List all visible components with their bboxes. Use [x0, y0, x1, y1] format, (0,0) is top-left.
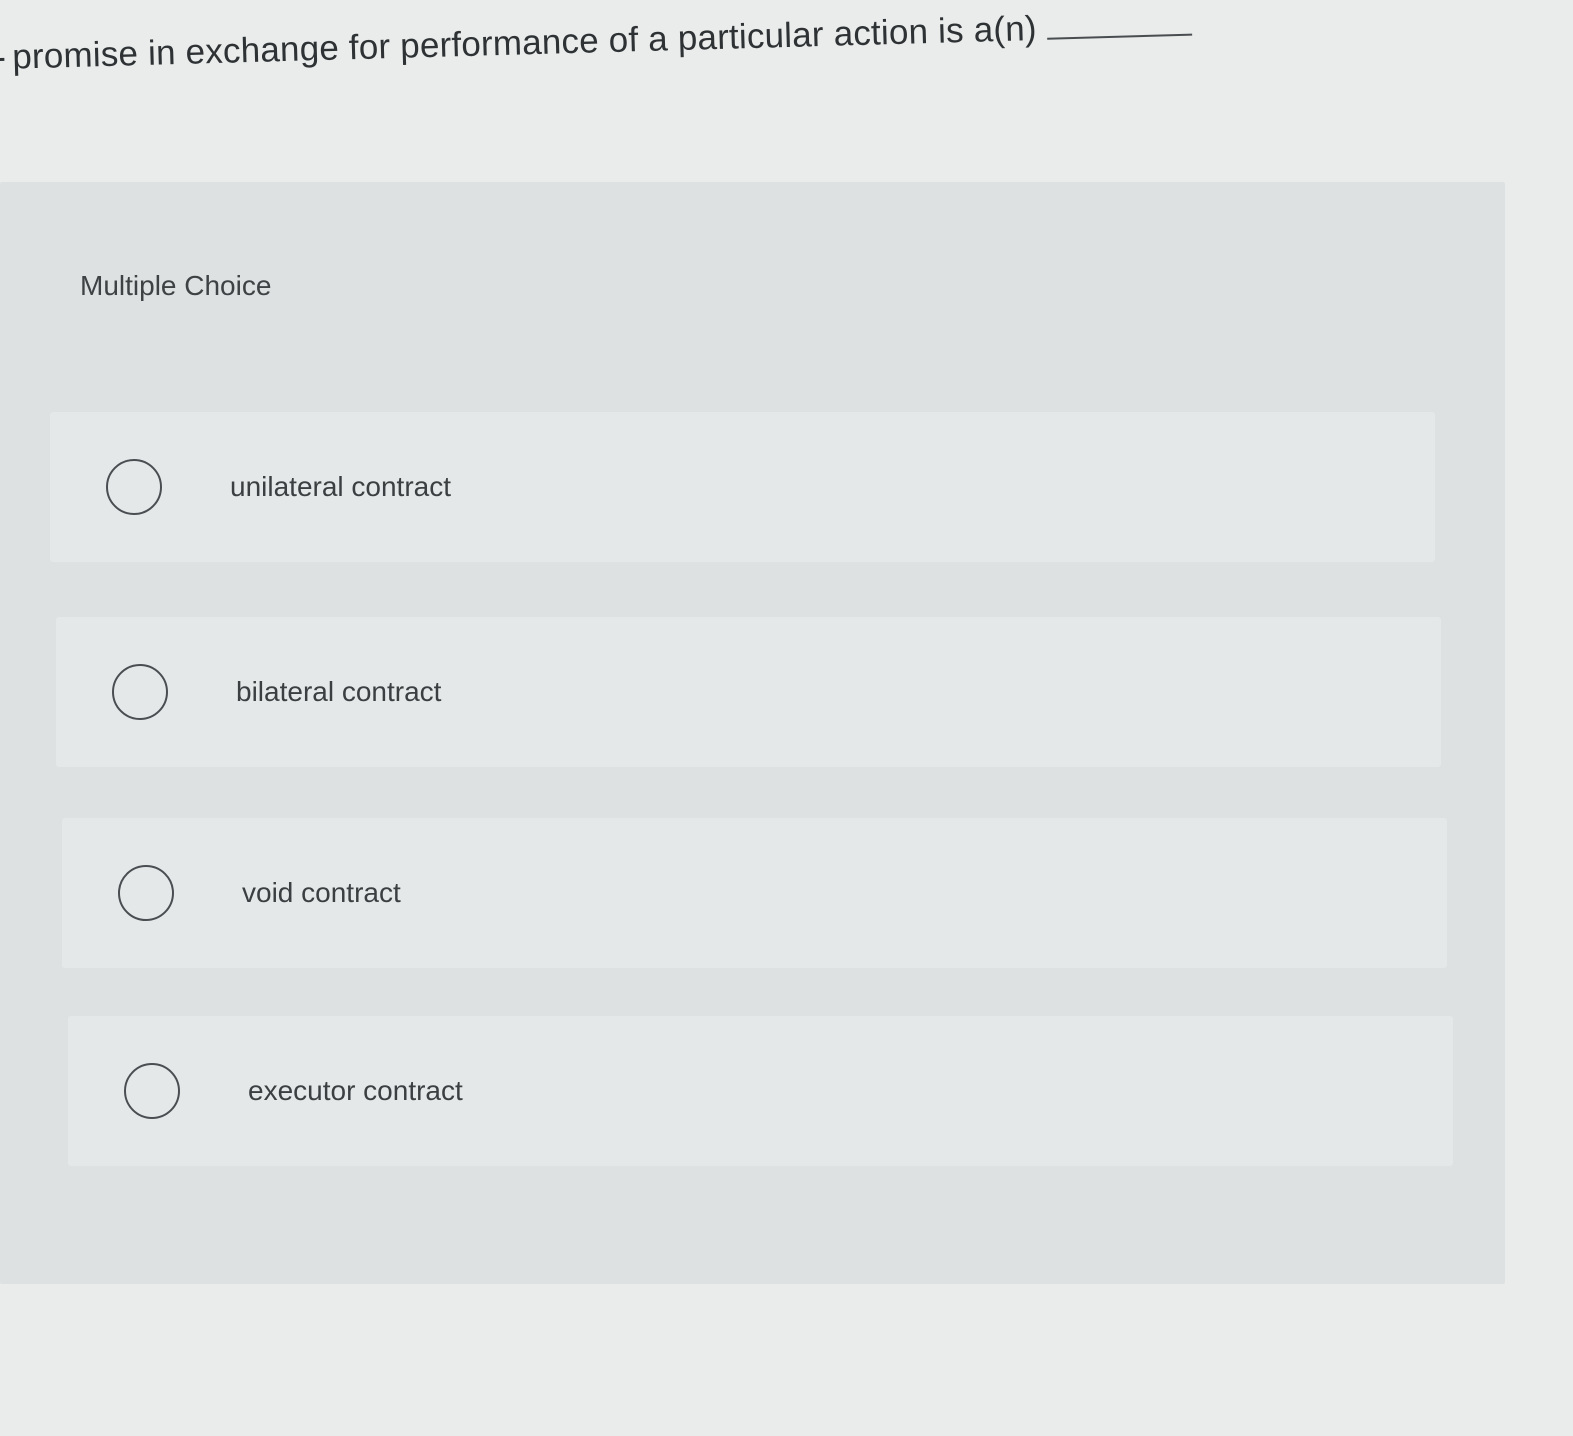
option-unilateral-contract[interactable]: unilateral contract [50, 412, 1435, 562]
radio-circle-icon[interactable] [124, 1063, 180, 1119]
option-label: void contract [242, 877, 401, 908]
answer-blank-line [1046, 33, 1192, 40]
radio-circle-icon[interactable] [112, 664, 168, 720]
question-text-container: promise in exchange for performance of a… [0, 3, 1240, 118]
option-executor-contract[interactable]: executor contract [68, 1016, 1453, 1166]
radio-circle-icon[interactable] [106, 459, 162, 515]
multiple-choice-label: Multiple Choice [80, 270, 272, 301]
option-void-contract[interactable]: void contract [62, 818, 1447, 968]
option-label: executor contract [248, 1075, 463, 1106]
option-bilateral-contract[interactable]: bilateral contract [56, 617, 1441, 767]
option-label: bilateral contract [236, 676, 442, 707]
question-cut-off-marker [0, 58, 5, 62]
question-prompt: promise in exchange for performance of a… [11, 9, 1038, 77]
radio-circle-icon[interactable] [118, 865, 174, 921]
option-label: unilateral contract [230, 471, 452, 502]
